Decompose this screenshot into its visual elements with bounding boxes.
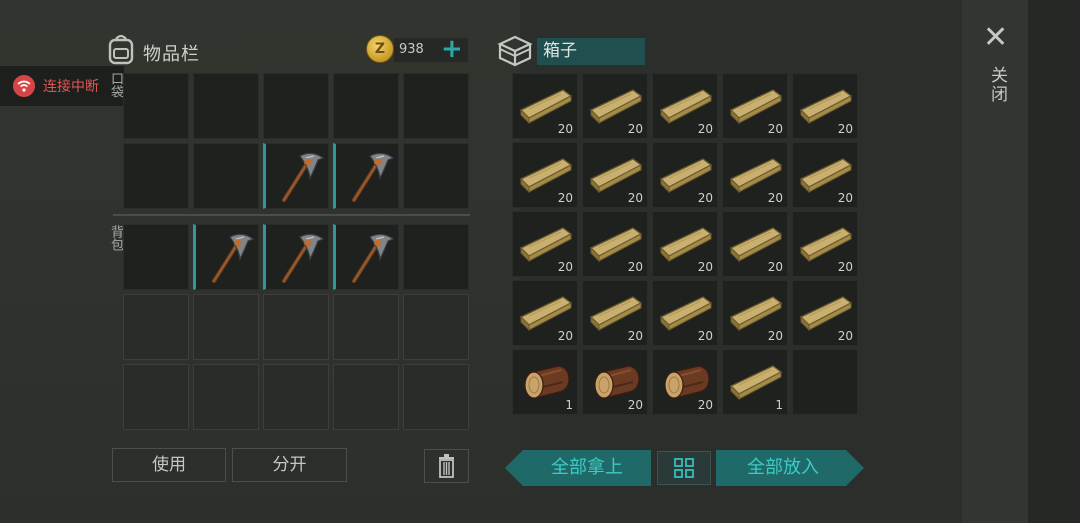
chest-slot[interactable]: 1 (512, 349, 578, 415)
backpack-slot[interactable] (263, 224, 329, 290)
chest-slot[interactable]: 20 (722, 280, 788, 346)
pocket-slot[interactable] (193, 143, 259, 209)
inventory-title: 物品栏 (143, 44, 200, 65)
chest-slot[interactable]: 20 (652, 349, 718, 415)
chest-slot[interactable]: 20 (792, 280, 858, 346)
sort-button[interactable] (657, 451, 711, 485)
backpack-icon (108, 34, 134, 65)
item-count: 20 (697, 398, 713, 412)
chest-slot[interactable]: 20 (652, 280, 718, 346)
backpack-slot[interactable] (403, 294, 469, 360)
chest-slot[interactable]: 20 (722, 73, 788, 139)
coin-icon: Z (366, 35, 394, 63)
chest-slot[interactable]: 20 (722, 142, 788, 208)
close-label[interactable]: 关闭 (985, 66, 1010, 104)
pocket-slot[interactable] (333, 143, 399, 209)
item-count: 20 (837, 191, 853, 205)
backpack-slot[interactable] (333, 364, 399, 430)
chest-slot[interactable]: 20 (652, 142, 718, 208)
put-all-button[interactable]: 全部放入 (716, 450, 850, 486)
item-count: 20 (837, 122, 853, 136)
item-count: 20 (627, 329, 643, 343)
split-button[interactable]: 分开 (232, 448, 347, 482)
close-icon[interactable]: ✕ (983, 23, 1008, 53)
pocket-slot[interactable] (123, 73, 189, 139)
item-count: 1 (565, 398, 573, 412)
item-count: 1 (775, 398, 783, 412)
item-count: 20 (767, 122, 783, 136)
backpack-slot[interactable] (263, 364, 329, 430)
backpack-slot[interactable] (193, 364, 259, 430)
item-count: 20 (767, 329, 783, 343)
backpack-slot[interactable] (403, 364, 469, 430)
chest-slot[interactable]: 20 (582, 349, 648, 415)
backpack-slot[interactable] (123, 294, 189, 360)
chest-slot[interactable]: 20 (512, 142, 578, 208)
pocket-slot[interactable] (193, 73, 259, 139)
chest-slot[interactable]: 1 (722, 349, 788, 415)
pocket-slot[interactable] (403, 73, 469, 139)
backpack-slot[interactable] (193, 294, 259, 360)
take-all-button[interactable]: 全部拿上 (523, 450, 651, 486)
chest-slot[interactable]: 20 (582, 142, 648, 208)
backpack-slot[interactable] (403, 224, 469, 290)
add-coins-button[interactable]: + (441, 36, 463, 62)
trash-button[interactable] (424, 449, 469, 483)
chest-slot[interactable]: 20 (652, 211, 718, 277)
connection-status: 连接中断 (43, 79, 99, 95)
backpack-slot[interactable] (193, 224, 259, 290)
chest-slot[interactable]: 20 (512, 280, 578, 346)
chest-icon (497, 35, 533, 67)
use-button[interactable]: 使用 (112, 448, 226, 482)
right-edge (1028, 0, 1080, 523)
chest-slot[interactable]: 20 (792, 211, 858, 277)
chest-slot[interactable]: 20 (722, 211, 788, 277)
pocket-slot[interactable] (263, 143, 329, 209)
pocket-slot[interactable] (403, 143, 469, 209)
item-count: 20 (557, 122, 573, 136)
chest-slot[interactable]: 20 (512, 73, 578, 139)
chest-slot[interactable]: 20 (512, 211, 578, 277)
item-count: 20 (697, 191, 713, 205)
coin-count: 938 (399, 42, 424, 57)
item-count: 20 (557, 191, 573, 205)
inventory-divider (113, 214, 470, 216)
item-count: 20 (627, 122, 643, 136)
backpack-slot[interactable] (123, 224, 189, 290)
chest-slot[interactable]: 20 (582, 211, 648, 277)
chest-name-field[interactable]: 箱子 (537, 38, 645, 65)
chest-slot[interactable]: 20 (792, 142, 858, 208)
backpack-slot[interactable] (123, 364, 189, 430)
chest-slot[interactable]: 20 (582, 73, 648, 139)
item-count: 20 (557, 260, 573, 274)
pocket-slot[interactable] (123, 143, 189, 209)
backpack-slot[interactable] (333, 224, 399, 290)
pocket-slot[interactable] (333, 73, 399, 139)
chest-slot[interactable]: 20 (582, 280, 648, 346)
item-count: 20 (627, 398, 643, 412)
item-count: 20 (697, 329, 713, 343)
pocket-slot[interactable] (263, 73, 329, 139)
wifi-off-icon (13, 75, 35, 97)
chest-slot[interactable]: 20 (792, 73, 858, 139)
backpack-slot[interactable] (333, 294, 399, 360)
item-count: 20 (557, 329, 573, 343)
chest-slot[interactable] (792, 349, 858, 415)
item-count: 20 (837, 260, 853, 274)
item-count: 20 (837, 329, 853, 343)
item-count: 20 (697, 260, 713, 274)
trash-icon (439, 454, 454, 478)
item-count: 20 (767, 191, 783, 205)
item-count: 20 (767, 260, 783, 274)
chest-slot[interactable]: 20 (652, 73, 718, 139)
item-count: 20 (627, 191, 643, 205)
item-count: 20 (627, 260, 643, 274)
backpack-slot[interactable] (263, 294, 329, 360)
item-count: 20 (697, 122, 713, 136)
grid-icon (674, 458, 694, 478)
